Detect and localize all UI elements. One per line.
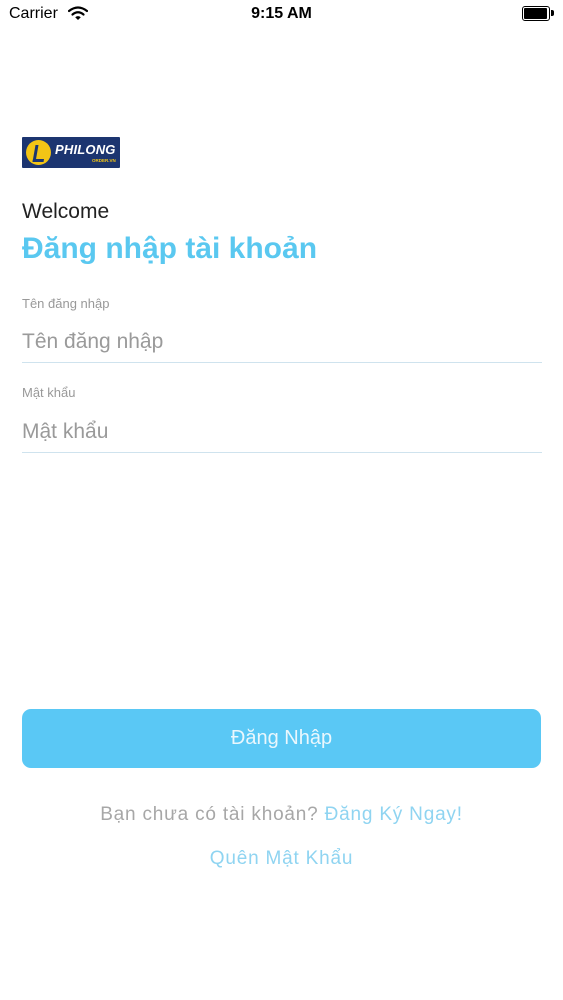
logo-subtitle: ORDER.VN	[92, 158, 116, 163]
signup-link[interactable]: Đăng Ký Ngay!	[325, 804, 463, 825]
status-time: 9:15 AM	[251, 5, 312, 22]
password-label: Mật khẩu	[22, 385, 76, 400]
signup-row: Bạn chưa có tài khoản? Đăng Ký Ngay!	[0, 804, 563, 826]
philong-logo: PHILONG ORDER.VN	[22, 137, 120, 168]
status-bar: Carrier 9:15 AM	[0, 0, 563, 30]
battery-full-icon	[522, 6, 554, 21]
logo-name: PHILONG	[55, 142, 116, 157]
login-button[interactable]: Đăng Nhập	[22, 709, 541, 768]
philong-logo-mark-icon	[26, 140, 51, 165]
signup-prompt: Bạn chưa có tài khoản?	[100, 804, 319, 825]
forgot-password-link[interactable]: Quên Mật Khẩu	[0, 848, 563, 870]
password-input[interactable]	[22, 412, 542, 453]
welcome-text: Welcome	[22, 200, 110, 223]
username-input[interactable]	[22, 322, 542, 363]
page-title: Đăng nhập tài khoản	[22, 232, 318, 265]
username-label: Tên đăng nhập	[22, 296, 110, 311]
